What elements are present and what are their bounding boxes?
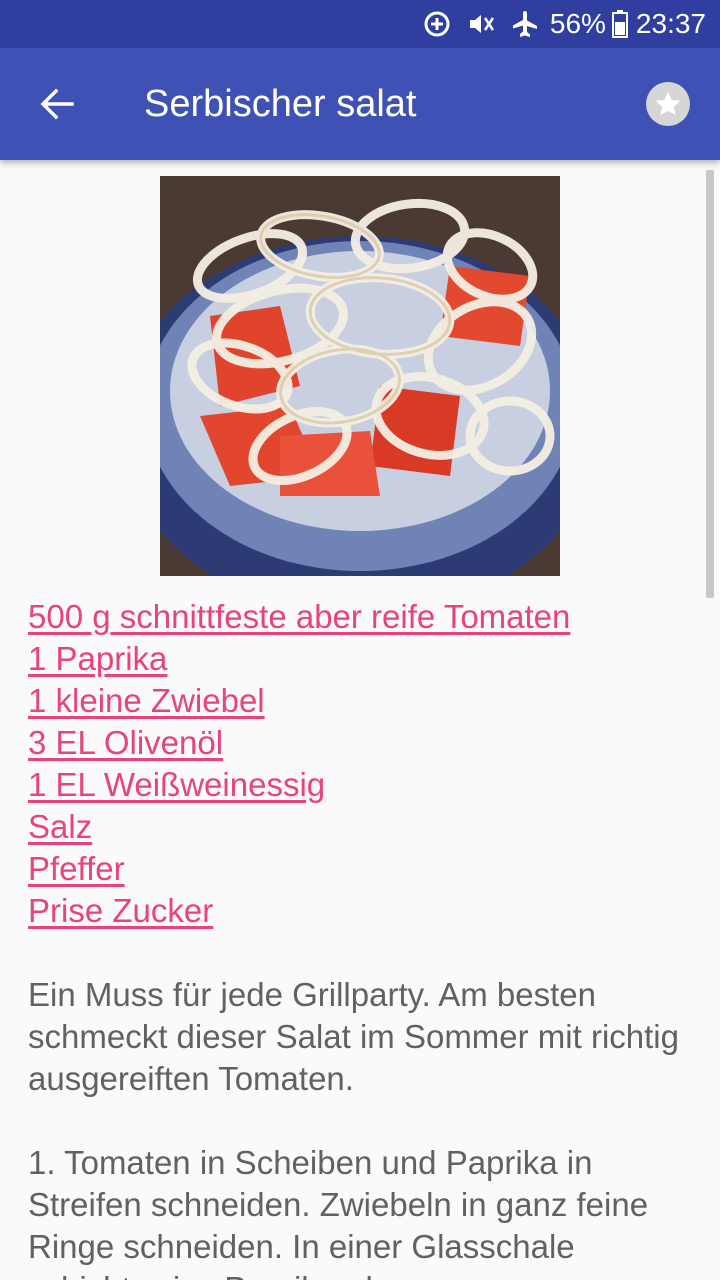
data-saver-icon [422, 9, 452, 39]
scrollbar[interactable] [706, 170, 714, 598]
ingredient-link[interactable]: 3 EL Olivenöl [28, 722, 688, 764]
favorite-button[interactable] [646, 82, 690, 126]
clock: 23:37 [635, 8, 706, 39]
airplane-mode-icon [510, 9, 540, 39]
ingredient-list: 500 g schnittfeste aber reife Tomaten 1 … [28, 596, 688, 932]
recipe-instructions: 1. Tomaten in Scheiben und Paprika in St… [28, 1144, 649, 1280]
back-button[interactable] [26, 74, 86, 134]
status-bar: 56% 23:37 [0, 0, 720, 48]
ingredient-link[interactable]: 1 kleine Zwiebel [28, 680, 688, 722]
ingredient-link[interactable]: 500 g schnittfeste aber reife Tomaten [28, 596, 688, 638]
recipe-photo [160, 176, 560, 576]
app-bar: Serbischer salat [0, 48, 720, 160]
ingredient-link[interactable]: Prise Zucker [28, 890, 688, 932]
star-icon [655, 92, 681, 116]
recipe-intro: Ein Muss für jede Grillparty. Am besten … [28, 976, 679, 1097]
battery-percentage: 56% [549, 8, 606, 39]
arrow-back-icon [40, 88, 74, 120]
ingredient-link[interactable]: Pfeffer [28, 848, 688, 890]
ingredient-link[interactable]: Salz [28, 806, 688, 848]
recipe-content[interactable]: 500 g schnittfeste aber reife Tomaten 1 … [0, 160, 720, 1280]
ingredient-link[interactable]: 1 Paprika [28, 638, 688, 680]
vibrate-icon [466, 9, 496, 39]
ingredient-link[interactable]: 1 EL Weißweinessig [28, 764, 688, 806]
battery-icon [611, 10, 628, 38]
page-title: Serbischer salat [144, 82, 417, 125]
